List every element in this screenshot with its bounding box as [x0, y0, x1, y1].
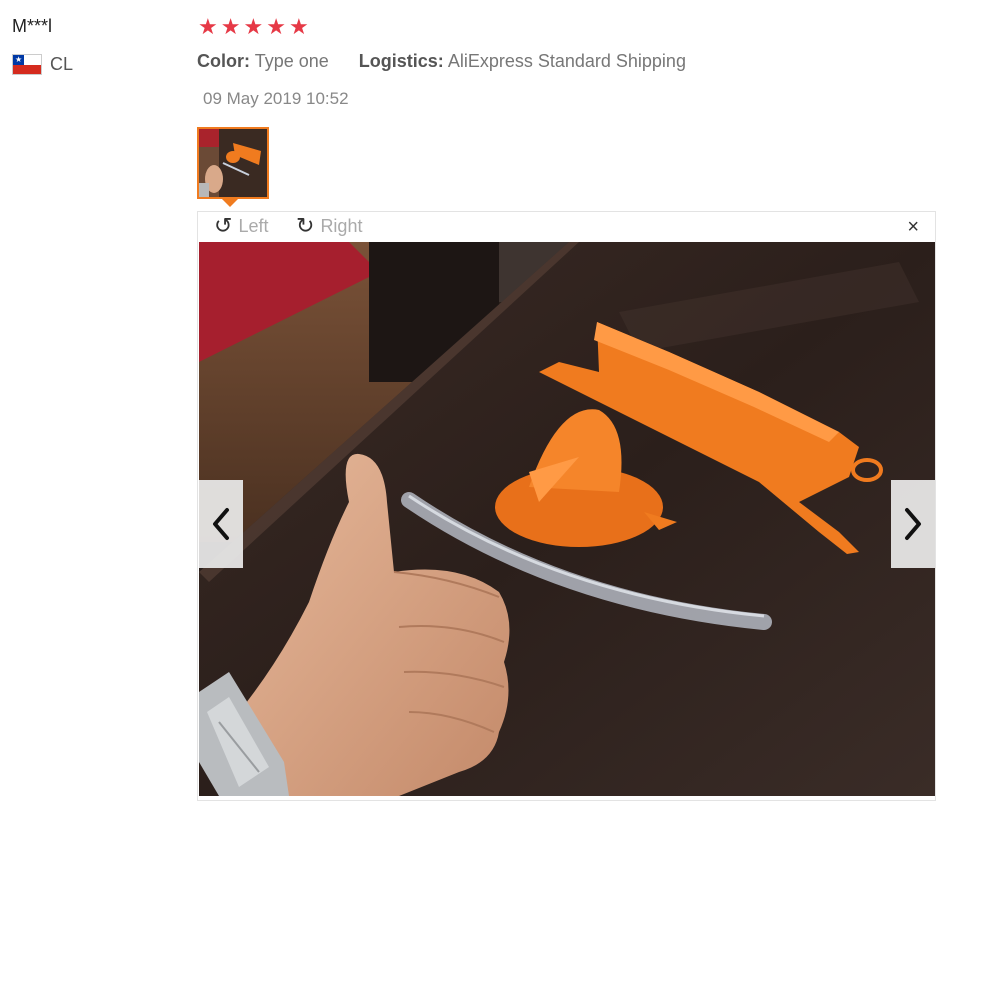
star-icon: ★ [288, 14, 309, 39]
rotate-right-icon: ↻ [296, 213, 315, 238]
rotate-left-label: Left [238, 215, 269, 236]
logistics-label: Logistics: [358, 51, 444, 71]
next-photo-button[interactable] [891, 480, 935, 568]
thumbnail-pointer [222, 199, 238, 207]
photo-viewer: ↺ Left ↻ Right × [197, 211, 936, 801]
reviewer-name: M***l [12, 16, 53, 36]
rotate-right-label: Right [320, 215, 363, 236]
chevron-right-icon [905, 508, 921, 540]
star-icon: ★ [220, 14, 241, 39]
close-icon[interactable]: × [907, 216, 919, 239]
logistics-value: AliExpress Standard Shipping [447, 51, 686, 71]
review-photo-thumbnail[interactable] [197, 127, 269, 199]
star-icon: ★ [198, 14, 218, 39]
color-value: Type one [254, 51, 329, 71]
rotate-left-icon: ↺ [214, 213, 233, 238]
order-info: Color: Type one Logistics: AliExpress St… [197, 51, 686, 72]
country-code: CL [50, 54, 74, 74]
chile-flag-icon: ★ [12, 54, 42, 75]
star-rating: ★ ★ ★ ★ ★ [198, 14, 309, 40]
star-icon: ★ [266, 14, 286, 39]
previous-photo-button[interactable] [199, 480, 243, 568]
viewer-toolbar: ↺ Left ↻ Right × [198, 212, 935, 242]
review-date: 09 May 2019 10:52 [203, 89, 349, 108]
rotate-left-button[interactable]: ↺ Left [214, 215, 268, 237]
chevron-left-icon [213, 508, 229, 540]
star-icon: ★ [243, 14, 264, 39]
rotate-right-button[interactable]: ↻ Right [296, 215, 362, 237]
review-photo [199, 242, 935, 796]
color-label: Color: [197, 51, 250, 71]
reviewer-country: ★ CL [12, 54, 73, 75]
